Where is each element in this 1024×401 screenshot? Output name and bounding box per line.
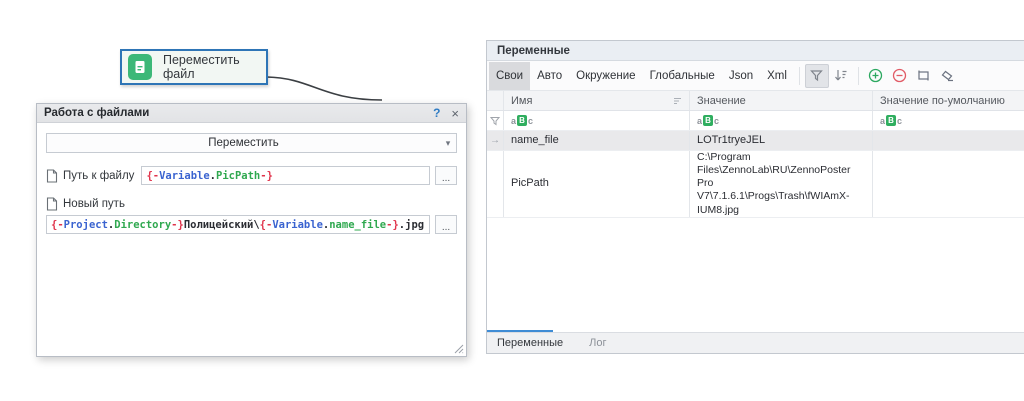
macro-segment: Variable: [272, 219, 323, 231]
source-path-row: Путь к файлу {-Variable.PicPath-} ...: [46, 166, 457, 185]
filter-cell-default[interactable]: aBc: [873, 111, 1024, 130]
abc-filter-icon: aBc: [880, 115, 902, 126]
macro-segment: Project: [64, 219, 108, 231]
column-header-label: Значение: [697, 95, 746, 107]
close-icon[interactable]: ×: [451, 107, 459, 120]
macro-segment: Полицейский\: [184, 219, 260, 231]
grid-filter-row: aBc aBc aBc: [487, 111, 1024, 131]
sort-icon[interactable]: [829, 64, 853, 88]
grid-empty-area: [487, 218, 1024, 330]
table-row[interactable]: → name_file LOTr1tryeJEL: [487, 131, 1024, 151]
source-path-input[interactable]: {-Variable.PicPath-}: [141, 166, 430, 185]
column-header-label: Значение по-умолчанию: [880, 95, 1005, 107]
filter-small-icon: [490, 116, 500, 126]
dest-path-row: {-Project.Directory-}Полицейский\{-Varia…: [46, 215, 457, 234]
help-icon[interactable]: ?: [433, 106, 440, 120]
cell-name[interactable]: name_file: [504, 131, 690, 150]
cell-default[interactable]: [873, 151, 1024, 217]
macro-segment: PicPath: [216, 170, 260, 182]
node-label: Переместить файл: [163, 53, 266, 81]
remove-icon[interactable]: [888, 64, 912, 88]
filter-icon[interactable]: [805, 64, 829, 88]
dialog-titlebar[interactable]: Работа с файлами ? ×: [37, 104, 466, 123]
macro-segment: -}: [260, 170, 273, 182]
file-icon: [46, 197, 58, 211]
bottom-tab-log[interactable]: Лог: [589, 337, 606, 349]
tab-global[interactable]: Глобальные: [643, 62, 722, 90]
action-node-move-file[interactable]: Переместить файл: [120, 49, 268, 85]
variables-panel: Переменные Свои Авто Окружение Глобальны…: [486, 40, 1024, 354]
filter-indicator-cell: [487, 111, 504, 130]
variables-grid: Имя Значение Значение по-умолчанию aBc: [487, 91, 1024, 330]
abc-filter-icon: aBc: [697, 115, 719, 126]
file-icon: [46, 169, 58, 183]
app-canvas: Переместить файл Работа с файлами ? × Пе…: [0, 0, 1024, 401]
add-icon[interactable]: [864, 64, 888, 88]
source-path-label: Путь к файлу: [63, 170, 134, 182]
dest-path-input[interactable]: {-Project.Directory-}Полицейский\{-Varia…: [46, 215, 430, 234]
column-header-default[interactable]: Значение по-умолчанию: [873, 91, 1024, 110]
variables-panel-title: Переменные: [497, 45, 570, 57]
dialog-body: Переместить ▾ Путь к файлу {-Variable.Pi…: [37, 123, 466, 356]
column-header-name[interactable]: Имя: [504, 91, 690, 110]
macro-segment: -}: [386, 219, 399, 231]
toolbar-separator: [858, 67, 859, 85]
toolbar-separator: [799, 67, 800, 85]
macro-segment: name_file: [329, 219, 386, 231]
cell-value[interactable]: C:\Program Files\ZennoLab\RU\ZennoPoster…: [690, 151, 873, 217]
tab-auto[interactable]: Авто: [530, 62, 569, 90]
row-indicator-cell: [487, 151, 504, 217]
abc-filter-icon: aBc: [511, 115, 533, 126]
variables-panel-titlebar[interactable]: Переменные: [487, 41, 1024, 61]
bottom-tab-variables[interactable]: Переменные: [497, 337, 563, 349]
panel-icon[interactable]: [912, 64, 936, 88]
tab-environment[interactable]: Окружение: [569, 62, 642, 90]
tab-xml[interactable]: Xml: [760, 62, 794, 90]
column-header-label: Имя: [511, 95, 532, 107]
dialog-title: Работа с файлами: [44, 107, 433, 119]
filter-cell-value[interactable]: aBc: [690, 111, 873, 130]
tab-own[interactable]: Свои: [489, 62, 530, 90]
variables-toolbar: Свои Авто Окружение Глобальные Json Xml: [487, 61, 1024, 91]
dest-path-label-row: Новый путь: [46, 197, 457, 211]
cell-value[interactable]: LOTr1tryeJEL: [690, 131, 873, 150]
filter-cell-name[interactable]: aBc: [504, 111, 690, 130]
table-row[interactable]: PicPath C:\Program Files\ZennoLab\RU\Zen…: [487, 151, 1024, 218]
header-indicator-cell: [487, 91, 504, 110]
action-select[interactable]: Переместить ▾: [46, 133, 457, 153]
browse-button[interactable]: ...: [435, 215, 457, 234]
file-actions-dialog: Работа с файлами ? × Переместить ▾ Путь …: [36, 103, 467, 357]
macro-segment: .jpg: [399, 219, 424, 231]
grid-header-row: Имя Значение Значение по-умолчанию: [487, 91, 1024, 111]
macro-segment: Variable: [159, 170, 210, 182]
macro-segment: {-: [146, 170, 159, 182]
column-header-value[interactable]: Значение: [690, 91, 873, 110]
chevron-down-icon: ▾: [440, 138, 456, 149]
action-select-value: Переместить: [47, 137, 440, 149]
current-row-arrow-icon: →: [490, 135, 500, 146]
macro-segment: {-: [260, 219, 273, 231]
browse-button[interactable]: ...: [435, 166, 457, 185]
macro-segment: Directory: [114, 219, 171, 231]
macro-segment: -}: [171, 219, 184, 231]
panel-bottom-tabs: Переменные Лог: [487, 330, 1024, 353]
file-action-icon: [128, 54, 152, 80]
tab-json[interactable]: Json: [722, 62, 760, 90]
sort-indicator-icon: [673, 97, 682, 105]
dest-path-label: Новый путь: [63, 198, 125, 210]
eraser-icon[interactable]: [936, 64, 960, 88]
row-indicator-cell: →: [487, 131, 504, 150]
macro-segment: {-: [51, 219, 64, 231]
resize-grip[interactable]: [453, 343, 464, 354]
cell-default[interactable]: [873, 131, 1024, 150]
cell-name[interactable]: PicPath: [504, 151, 690, 217]
